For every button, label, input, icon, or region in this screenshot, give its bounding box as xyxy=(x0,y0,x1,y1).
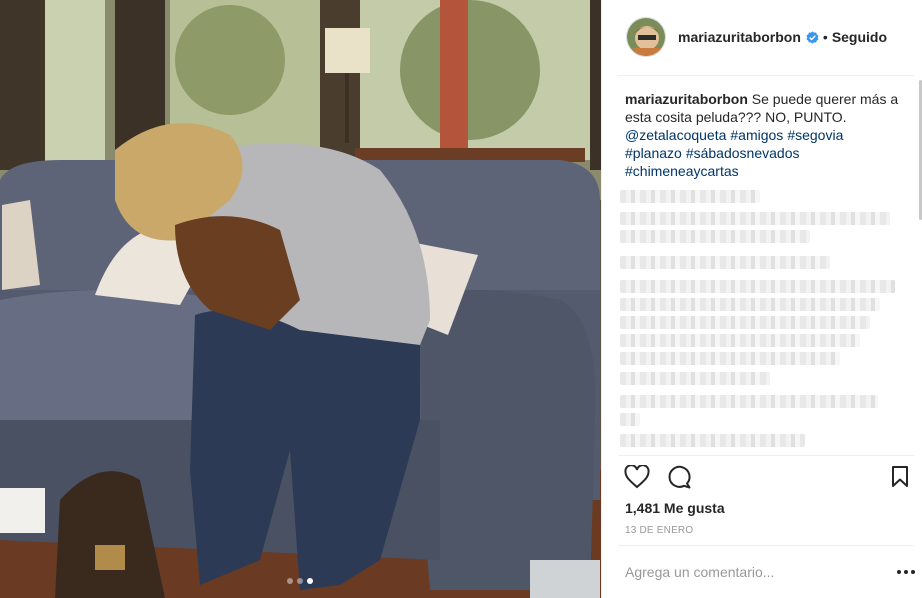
username-link[interactable]: mariazuritaborbon xyxy=(678,29,801,45)
mention-link[interactable]: @zetalacoqueta xyxy=(625,127,726,143)
carousel-dot[interactable] xyxy=(287,578,293,584)
obscured-comment-line xyxy=(620,434,805,447)
instagram-post-view: mariazuritaborbon • Seguido mariazuritab… xyxy=(0,0,922,598)
heart-icon[interactable] xyxy=(624,465,650,489)
photo-scene xyxy=(0,0,601,598)
obscured-comment-line xyxy=(620,372,770,385)
post-photo[interactable] xyxy=(0,0,601,598)
hashtag-link[interactable]: #segovia xyxy=(787,127,843,143)
comment-input[interactable]: Agrega un comentario... xyxy=(625,564,774,580)
comment-divider xyxy=(618,545,914,546)
header-separator: • xyxy=(822,29,828,45)
obscured-comment-line xyxy=(620,316,870,329)
obscured-comment-line xyxy=(620,190,760,203)
more-dot xyxy=(897,570,901,574)
more-options-icon[interactable] xyxy=(897,566,917,578)
obscured-comment-line xyxy=(620,298,880,311)
obscured-comment-line xyxy=(620,256,830,269)
more-dot xyxy=(904,570,908,574)
post-header: mariazuritaborbon • Seguido xyxy=(602,0,922,74)
more-dot xyxy=(911,570,915,574)
header-divider xyxy=(618,75,914,76)
obscured-comment-line xyxy=(620,413,640,426)
hashtag-link[interactable]: #amigos xyxy=(730,127,783,143)
obscured-comment-line xyxy=(620,212,890,225)
hashtag-link[interactable]: #planazo xyxy=(625,145,682,161)
obscured-comment-line xyxy=(620,280,895,293)
avatar[interactable] xyxy=(626,17,666,57)
bookmark-icon[interactable] xyxy=(890,465,910,489)
obscured-comments xyxy=(620,190,900,450)
carousel-dot[interactable] xyxy=(297,578,303,584)
likes-count[interactable]: 1,481 Me gusta xyxy=(625,500,725,516)
avatar-image xyxy=(627,18,665,56)
post-actions xyxy=(624,465,914,491)
speech-bubble-icon[interactable] xyxy=(666,465,692,489)
caption-username-link[interactable]: mariazuritaborbon xyxy=(625,91,748,107)
actions-divider-top xyxy=(618,455,914,456)
post-details-panel: mariazuritaborbon • Seguido mariazuritab… xyxy=(601,0,922,598)
post-date[interactable]: 13 DE ENERO xyxy=(625,525,693,536)
following-button[interactable]: Seguido xyxy=(832,29,887,45)
hashtag-link[interactable]: #chimeneaycartas xyxy=(625,163,739,179)
carousel-indicator[interactable] xyxy=(287,578,313,584)
obscured-comment-line xyxy=(620,230,810,243)
obscured-comment-line xyxy=(620,395,878,408)
obscured-comment-line xyxy=(620,334,860,347)
post-caption: mariazuritaborbon Se puede querer más a … xyxy=(625,90,901,180)
hashtag-link[interactable]: #sábadosnevados xyxy=(686,145,800,161)
obscured-comment-line xyxy=(620,352,840,365)
carousel-dot-active[interactable] xyxy=(307,578,313,584)
verified-badge-icon xyxy=(806,30,819,44)
